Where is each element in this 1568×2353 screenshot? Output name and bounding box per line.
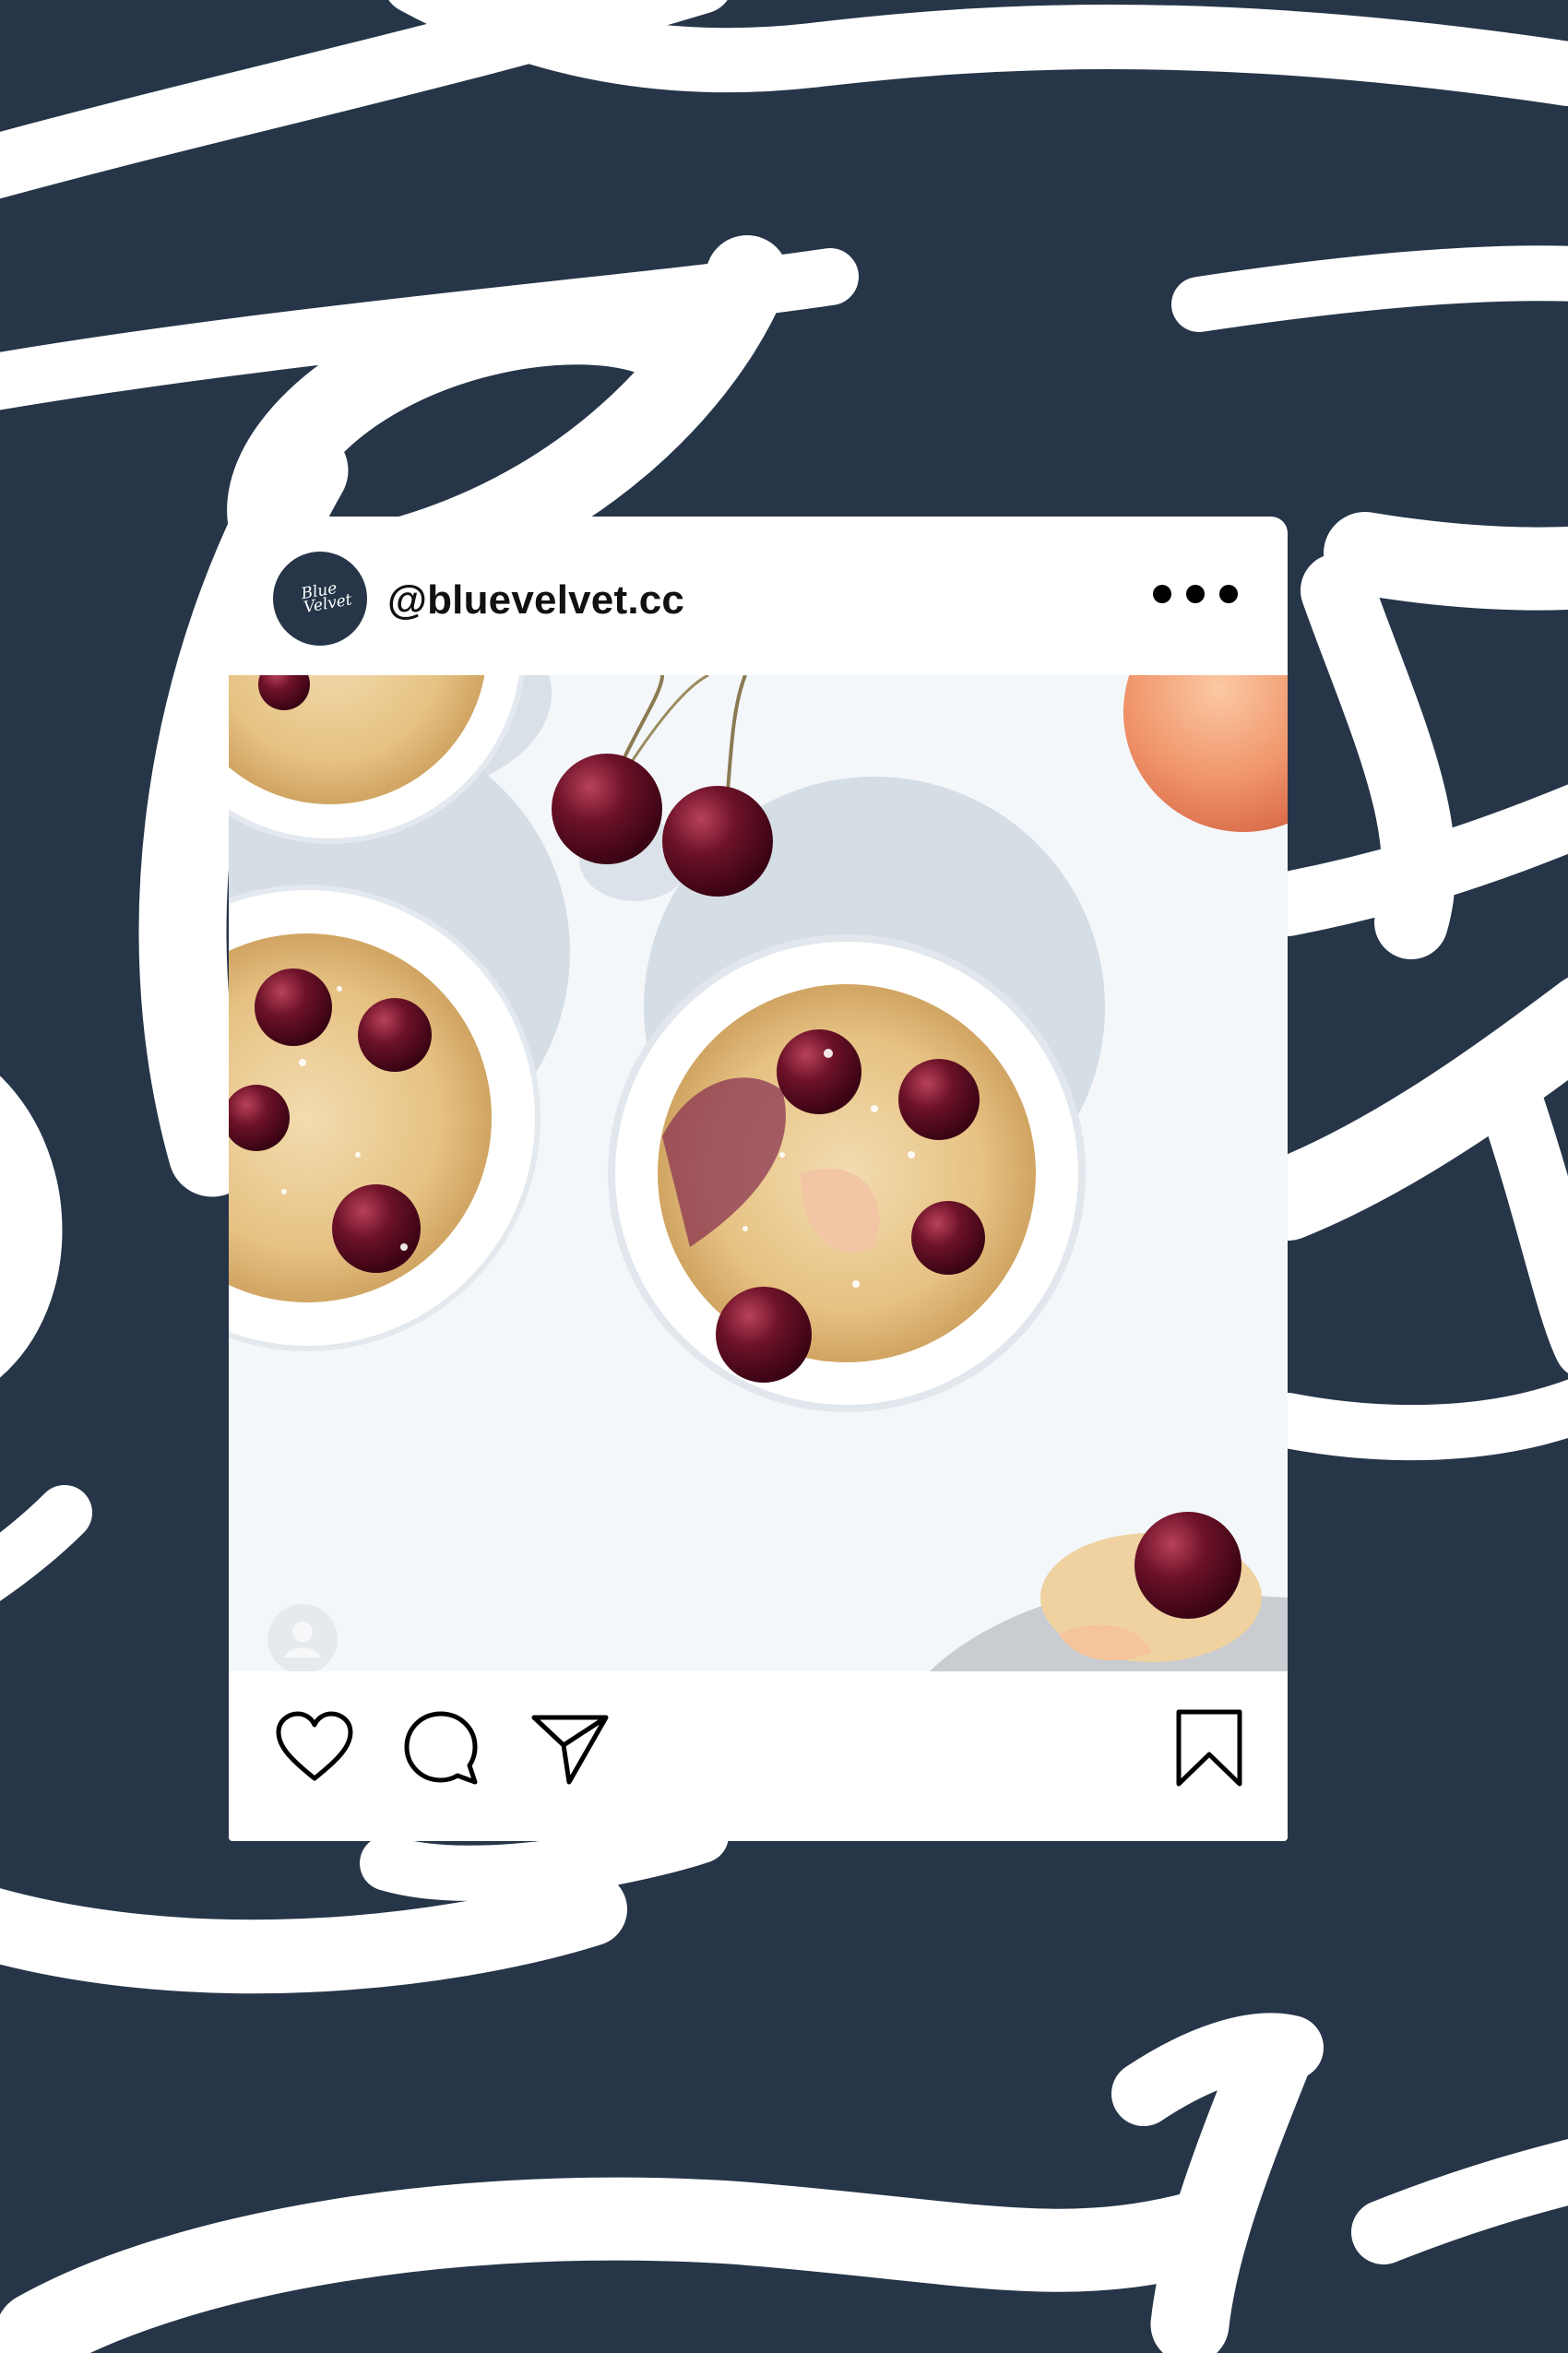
instagram-post-card: Blue Velvet @bluevelvet.cc	[229, 517, 1288, 1841]
dessert-photo	[229, 675, 1288, 1671]
bookmark-icon[interactable]	[1168, 1706, 1251, 1789]
profile-avatar[interactable]: Blue Velvet	[273, 552, 367, 646]
comment-bubble-icon[interactable]	[399, 1706, 482, 1789]
post-username[interactable]: @bluevelvet.cc	[387, 577, 684, 624]
blue-velvet-logo: Blue Velvet	[299, 578, 353, 618]
post-header: Blue Velvet @bluevelvet.cc	[229, 517, 1288, 675]
user-tag-icon[interactable]	[266, 1602, 339, 1671]
post-photo[interactable]	[229, 675, 1288, 1671]
send-paper-plane-icon[interactable]	[529, 1706, 612, 1789]
heart-icon[interactable]	[273, 1706, 356, 1789]
more-horizontal-icon[interactable]	[1151, 572, 1240, 616]
post-action-bar	[229, 1671, 1288, 1841]
